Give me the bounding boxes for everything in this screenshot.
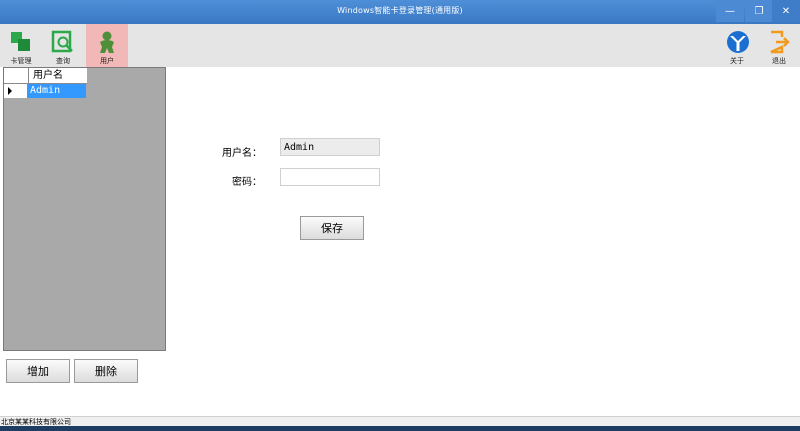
toolbar-item-user[interactable]: 用户 [86, 24, 128, 67]
cell-username[interactable]: Admin [28, 84, 86, 98]
table-row[interactable]: Admin [4, 84, 87, 98]
column-header-username[interactable]: 用户名 [29, 68, 87, 83]
save-button[interactable]: 保存 [300, 216, 364, 240]
current-row-arrow-icon [8, 87, 12, 95]
exit-icon [766, 29, 792, 55]
toolbar: 卡管理 查询 用户 关于 退出 [0, 24, 800, 67]
user-icon [94, 29, 120, 55]
row-header[interactable] [4, 84, 28, 98]
toolbar-item-label: 退出 [772, 57, 786, 65]
grid-header: 用户名 [4, 68, 87, 84]
title-bar: Windows智能卡登录管理(通用版) — ❐ ✕ [0, 0, 800, 24]
maximize-button[interactable]: ❐ [745, 0, 773, 22]
username-field[interactable] [280, 138, 380, 156]
toolbar-item-about[interactable]: 关于 [716, 24, 758, 67]
delete-user-button[interactable]: 删除 [74, 359, 138, 383]
taskbar [0, 426, 800, 431]
toolbar-item-query[interactable]: 查询 [42, 24, 84, 67]
toolbar-item-label: 关于 [730, 57, 744, 65]
grid-corner [4, 68, 29, 83]
password-label: 密码： [232, 177, 262, 188]
add-user-button[interactable]: 增加 [6, 359, 70, 383]
about-icon [724, 29, 750, 55]
window-title: Windows智能卡登录管理(通用版) [337, 6, 463, 15]
toolbar-item-label: 卡管理 [10, 57, 32, 65]
user-grid[interactable]: 用户名 Admin [3, 67, 166, 351]
query-icon [50, 29, 76, 55]
toolbar-item-label: 查询 [56, 57, 70, 65]
toolbar-item-exit[interactable]: 退出 [758, 24, 800, 67]
card-manage-icon [8, 29, 34, 55]
toolbar-item-label: 用户 [100, 57, 114, 65]
username-label: 用户名： [222, 148, 262, 159]
password-field[interactable] [280, 168, 380, 186]
minimize-button[interactable]: — [716, 0, 744, 22]
toolbar-item-card-manage[interactable]: 卡管理 [0, 24, 42, 67]
close-button[interactable]: ✕ [772, 0, 800, 22]
